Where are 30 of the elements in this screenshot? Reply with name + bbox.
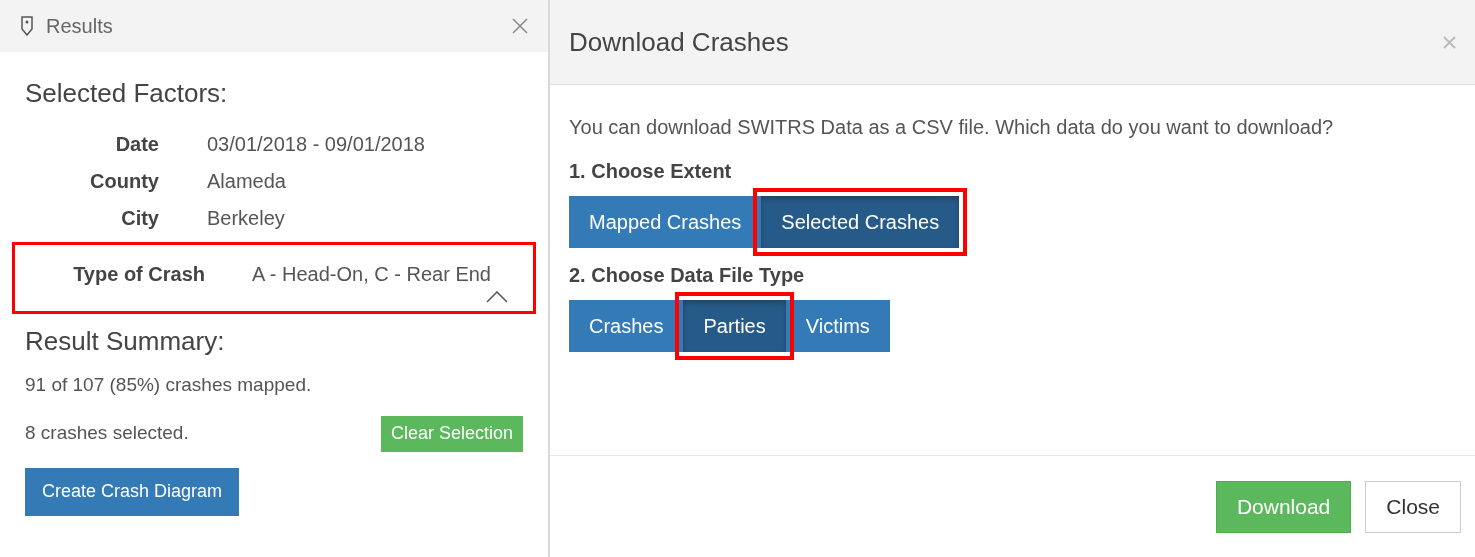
- factor-label: County: [89, 168, 159, 194]
- close-icon[interactable]: [512, 18, 528, 34]
- download-button[interactable]: Download: [1215, 480, 1352, 533]
- option-tab[interactable]: Selected Crashes: [761, 196, 960, 248]
- chevron-up-icon[interactable]: [486, 291, 508, 303]
- close-dialog-button[interactable]: Close: [1365, 480, 1461, 533]
- factor-value: A - Head-On, C - Rear End: [252, 262, 491, 287]
- group-heading: 1. Choose Extent: [569, 159, 733, 184]
- option-tab[interactable]: Crashes: [569, 300, 684, 352]
- group-heading: 2. Choose Data File Type: [569, 263, 806, 288]
- create-diagram-button[interactable]: Create Crash Diagram: [25, 467, 240, 516]
- factor-label: City: [120, 205, 159, 231]
- summary-text: 8 crashes selected.: [25, 421, 189, 446]
- clear-selection-button[interactable]: Clear Selection: [380, 415, 523, 452]
- section-heading: Result Summary:: [25, 325, 226, 358]
- dialog-description: You can download SWITRS Data as a CSV file. Which data do you want to download?: [569, 115, 1335, 140]
- factor-value: 03/01/2018 - 09/01/2018: [207, 131, 425, 157]
- section-heading: Selected Factors:: [25, 77, 229, 110]
- dialog-title: Download Crashes: [569, 25, 789, 59]
- option-tab[interactable]: Victims: [785, 300, 890, 352]
- factor-label: Date: [114, 131, 159, 157]
- panel-title: Results: [46, 14, 113, 39]
- summary-text: 91 of 107 (85%) crashes mapped.: [25, 373, 313, 397]
- close-icon[interactable]: [1443, 35, 1456, 49]
- factor-value: Berkeley: [207, 205, 285, 231]
- map-pin-icon: [20, 16, 34, 36]
- factor-label: Type of Crash: [72, 262, 205, 287]
- factor-value: Alameda: [207, 168, 286, 194]
- option-tab[interactable]: Mapped Crashes: [569, 196, 762, 248]
- option-tab[interactable]: Parties: [683, 300, 786, 352]
